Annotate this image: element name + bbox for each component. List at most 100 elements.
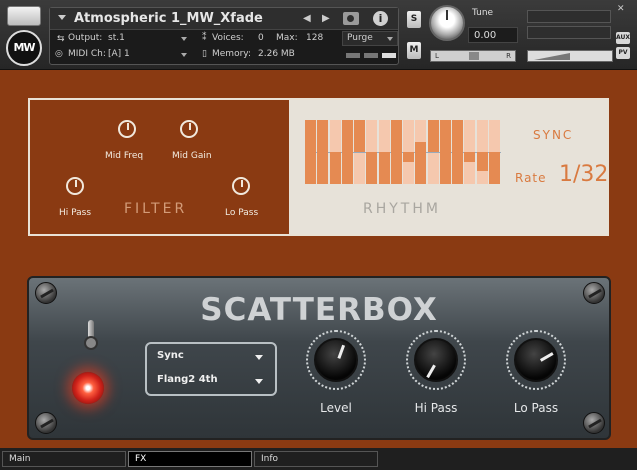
scatter-lo-pass-knob[interactable] — [514, 338, 558, 382]
hi-pass-label: Hi Pass — [59, 208, 92, 218]
lo-pass-label: Lo Pass — [225, 208, 259, 218]
filter-title: FILTER — [124, 201, 188, 217]
level-label: Level — [320, 401, 352, 415]
rhythm-step-upper[interactable] — [452, 120, 463, 152]
solo-button[interactable]: S — [407, 11, 421, 28]
rhythm-step-lower[interactable] — [366, 152, 378, 184]
level-meter-right — [527, 26, 611, 39]
rhythm-step-lower[interactable] — [415, 152, 427, 184]
rate-value[interactable]: 1/32 — [559, 162, 608, 187]
memory-icon: ▯ — [202, 49, 207, 59]
rhythm-step-lower[interactable] — [452, 152, 463, 184]
rhythm-step-lower[interactable] — [305, 152, 316, 184]
pv-button[interactable]: PV — [616, 47, 630, 59]
purge-button[interactable]: Purge — [342, 31, 398, 46]
scatter-preset-box: Sync Flang2 4th — [145, 342, 277, 396]
tab-fx[interactable]: FX — [128, 451, 252, 467]
rhythm-step-lower[interactable] — [464, 152, 476, 162]
output-dropdown-icon[interactable] — [181, 37, 187, 41]
rhythm-step-lower[interactable] — [341, 152, 353, 184]
info-icon[interactable]: i — [373, 11, 388, 26]
pan-slider[interactable]: L R — [430, 50, 516, 62]
lo-pass-label: Lo Pass — [513, 401, 559, 415]
mid-gain-label: Mid Gain — [172, 151, 212, 161]
pan-handle[interactable] — [469, 52, 479, 60]
output-icon: ⇆ — [57, 34, 65, 44]
tune-label: Tune — [472, 8, 494, 18]
rhythm-step-sequencer[interactable] — [305, 120, 501, 184]
rhythm-section: RHYTHM SYNC Rate 1/32 — [289, 100, 608, 234]
rhythm-step-lower[interactable] — [329, 152, 341, 184]
lo-pass-knob[interactable] — [232, 177, 250, 195]
rhythm-step-lower[interactable] — [403, 152, 414, 162]
rhythm-step-upper[interactable] — [390, 120, 402, 152]
purge-dropdown-icon[interactable] — [387, 37, 393, 41]
midi-dropdown-icon[interactable] — [181, 53, 187, 57]
max-label: Max: — [276, 33, 298, 43]
rhythm-step-upper[interactable] — [305, 120, 316, 152]
rhythm-step-lower[interactable] — [317, 152, 329, 184]
toggle-switch[interactable] — [82, 320, 100, 350]
tune-knob[interactable] — [429, 5, 465, 41]
rhythm-step-upper[interactable] — [427, 120, 439, 152]
memory-label: Memory: — [212, 49, 251, 59]
midi-channel-value[interactable]: [A] 1 — [108, 49, 130, 59]
instrument-title-row: Atmospheric 1_MW_Xfade ◀ ▶ i — [50, 8, 398, 30]
camera-icon[interactable] — [343, 12, 359, 25]
pattern-dropdown[interactable]: Flang2 4th — [157, 374, 218, 385]
tab-info[interactable]: Info — [254, 451, 378, 467]
sync-dropdown[interactable]: Sync — [157, 350, 184, 361]
chevron-down-icon[interactable] — [255, 355, 263, 360]
tune-value[interactable]: 0.00 — [468, 27, 518, 43]
rhythm-step-upper[interactable] — [317, 120, 329, 152]
scatterbox-title: SCATTERBOX — [200, 292, 438, 328]
filter-section: Mid Freq Mid Gain Hi Pass Lo Pass FILTER — [30, 100, 289, 234]
aux-button[interactable]: AUX — [616, 32, 630, 44]
chevron-down-icon[interactable] — [255, 379, 263, 384]
bottom-tab-bar: Main FX Info — [0, 448, 637, 470]
next-instrument-icon[interactable]: ▶ — [322, 13, 330, 24]
instrument-name[interactable]: Atmospheric 1_MW_Xfade — [74, 11, 263, 26]
instrument-header: MW Atmospheric 1_MW_Xfade ◀ ▶ i ⇆ Output… — [0, 0, 637, 70]
rhythm-step-lower[interactable] — [439, 152, 451, 184]
mid-freq-knob[interactable] — [118, 120, 136, 138]
hi-pass-knob[interactable] — [66, 177, 84, 195]
memory-value: 2.26 MB — [258, 49, 295, 59]
instrument-panel: Atmospheric 1_MW_Xfade ◀ ▶ i ⇆ Output: s… — [49, 7, 399, 65]
sync-button[interactable]: SYNC — [533, 128, 573, 142]
output-value[interactable]: st.1 — [108, 33, 125, 43]
rhythm-step-upper[interactable] — [354, 120, 365, 152]
rhythm-step-lower[interactable] — [488, 152, 500, 184]
chevron-down-icon[interactable] — [58, 15, 66, 20]
purge-label: Purge — [347, 33, 373, 43]
tab-main[interactable]: Main — [2, 451, 126, 467]
close-icon[interactable]: ✕ — [617, 4, 625, 14]
prev-instrument-icon[interactable]: ◀ — [303, 13, 311, 24]
midi-channel-label: MIDI Ch: — [68, 49, 106, 59]
rhythm-step-upper[interactable] — [341, 120, 353, 152]
max-voices-value[interactable]: 128 — [306, 33, 323, 43]
rhythm-step-lower[interactable] — [378, 152, 390, 184]
voices-value: 0 — [258, 33, 264, 43]
rhythm-step-upper[interactable] — [439, 120, 451, 152]
filter-rhythm-panel: Mid Freq Mid Gain Hi Pass Lo Pass FILTER… — [28, 98, 609, 236]
midi-icon: ◎ — [55, 49, 63, 59]
wrench-icon[interactable] — [7, 6, 41, 26]
output-label: Output: — [68, 33, 103, 43]
volume-slider[interactable] — [527, 50, 613, 62]
level-knob[interactable] — [314, 338, 358, 382]
scatter-hi-pass-knob[interactable] — [414, 338, 458, 382]
rhythm-step-upper[interactable] — [415, 142, 427, 152]
mid-gain-knob[interactable] — [180, 120, 198, 138]
volume-ramp-icon — [534, 53, 570, 60]
hi-pass-label: Hi Pass — [414, 401, 458, 415]
screw-icon — [35, 412, 57, 434]
rhythm-title: RHYTHM — [363, 201, 441, 217]
voices-icon: ⁑ — [202, 33, 207, 43]
pan-left-label: L — [435, 52, 439, 60]
pan-right-label: R — [506, 52, 511, 60]
mute-button[interactable]: M — [407, 42, 421, 59]
logo: MW — [6, 30, 42, 66]
rhythm-step-lower[interactable] — [476, 152, 488, 172]
rhythm-step-lower[interactable] — [390, 152, 402, 184]
